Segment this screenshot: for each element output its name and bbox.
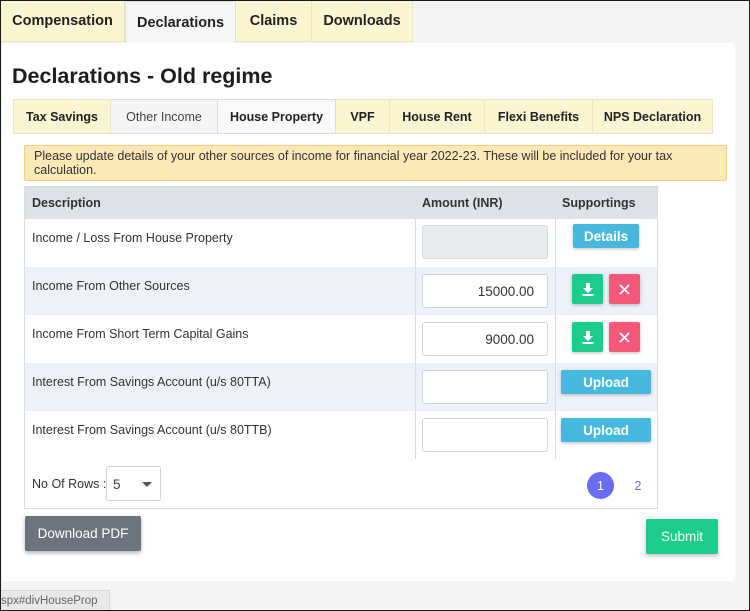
table-row: Interest From Savings Account (u/s 80TTB… (25, 411, 657, 459)
tab-vpf[interactable]: VPF (336, 99, 390, 134)
amount-field[interactable] (422, 418, 548, 452)
column-divider (415, 267, 416, 315)
table-row: Interest From Savings Account (u/s 80TTA… (25, 363, 657, 411)
row-description: Income From Other Sources (32, 279, 190, 293)
column-divider (555, 411, 556, 459)
download-icon (582, 330, 593, 344)
rows-per-page-value: 5 (113, 477, 121, 492)
download-button[interactable] (572, 274, 603, 304)
tab-downloads[interactable]: Downloads (312, 1, 413, 42)
amount-field[interactable] (422, 370, 548, 404)
header-amount: Amount (INR) (422, 196, 503, 210)
amount-field[interactable]: 9000.00 (422, 322, 548, 356)
table-row: Income / Loss From House Property Detail… (25, 219, 657, 267)
tab-flexi-benefits[interactable]: Flexi Benefits (485, 99, 593, 134)
tab-claims[interactable]: Claims (236, 1, 312, 42)
alert-text: Please update details of your other sour… (34, 149, 673, 177)
header-supportings: Supportings (562, 196, 636, 210)
chevron-down-icon (142, 482, 152, 487)
sub-tab-bar: Tax Savings Other Income House Property … (13, 99, 713, 134)
row-description: Income From Short Term Capital Gains (32, 327, 249, 341)
tab-house-property[interactable]: House Property (218, 99, 336, 134)
info-alert: Please update details of your other sour… (24, 145, 727, 181)
amount-field (422, 225, 548, 259)
header-description: Description (32, 196, 101, 210)
page-title: Declarations - Old regime (12, 64, 273, 88)
rows-per-page-label: No Of Rows : (32, 477, 107, 491)
rows-per-page-select[interactable]: 5 (106, 466, 161, 501)
row-description: Interest From Savings Account (u/s 80TTA… (32, 375, 271, 389)
top-tab-bar: Compensation Declarations Claims Downloa… (1, 1, 413, 43)
tab-declarations[interactable]: Declarations (125, 1, 236, 43)
tab-other-income[interactable]: Other Income (111, 99, 218, 134)
upload-button[interactable]: Upload (561, 370, 651, 394)
column-divider (415, 363, 416, 411)
submit-button[interactable]: Submit (646, 519, 718, 554)
page-button-2[interactable]: 2 (628, 472, 648, 499)
status-bar-url: spx#divHouseProp (1, 590, 110, 610)
income-table: Description Amount (INR) Supportings Inc… (24, 186, 658, 509)
pagination-bar: No Of Rows : 5 1 2 (25, 460, 657, 508)
column-divider (555, 267, 556, 315)
tab-tax-savings[interactable]: Tax Savings (13, 99, 111, 134)
column-divider (555, 363, 556, 411)
download-pdf-button[interactable]: Download PDF (25, 516, 141, 551)
page-button-1[interactable]: 1 (587, 472, 614, 499)
column-divider (415, 315, 416, 363)
table-row: Income From Short Term Capital Gains 900… (25, 315, 657, 363)
close-icon (619, 331, 630, 343)
delete-button[interactable] (609, 274, 640, 304)
download-icon (582, 282, 593, 296)
details-button[interactable]: Details (573, 224, 639, 248)
row-description: Interest From Savings Account (u/s 80TTB… (32, 423, 272, 437)
row-description: Income / Loss From House Property (32, 231, 233, 245)
table-row: Income From Other Sources 15000.00 (25, 267, 657, 315)
column-divider (415, 411, 416, 459)
close-icon (619, 283, 630, 295)
upload-button[interactable]: Upload (561, 418, 651, 442)
tab-house-rent[interactable]: House Rent (390, 99, 485, 134)
delete-button[interactable] (609, 322, 640, 352)
tab-nps-declaration[interactable]: NPS Declaration (593, 99, 713, 134)
column-divider (415, 219, 416, 267)
amount-field[interactable]: 15000.00 (422, 274, 548, 308)
column-divider (555, 315, 556, 363)
table-header: Description Amount (INR) Supportings (25, 187, 657, 219)
tab-compensation[interactable]: Compensation (1, 1, 125, 42)
download-button[interactable] (572, 322, 603, 352)
column-divider (555, 219, 556, 267)
